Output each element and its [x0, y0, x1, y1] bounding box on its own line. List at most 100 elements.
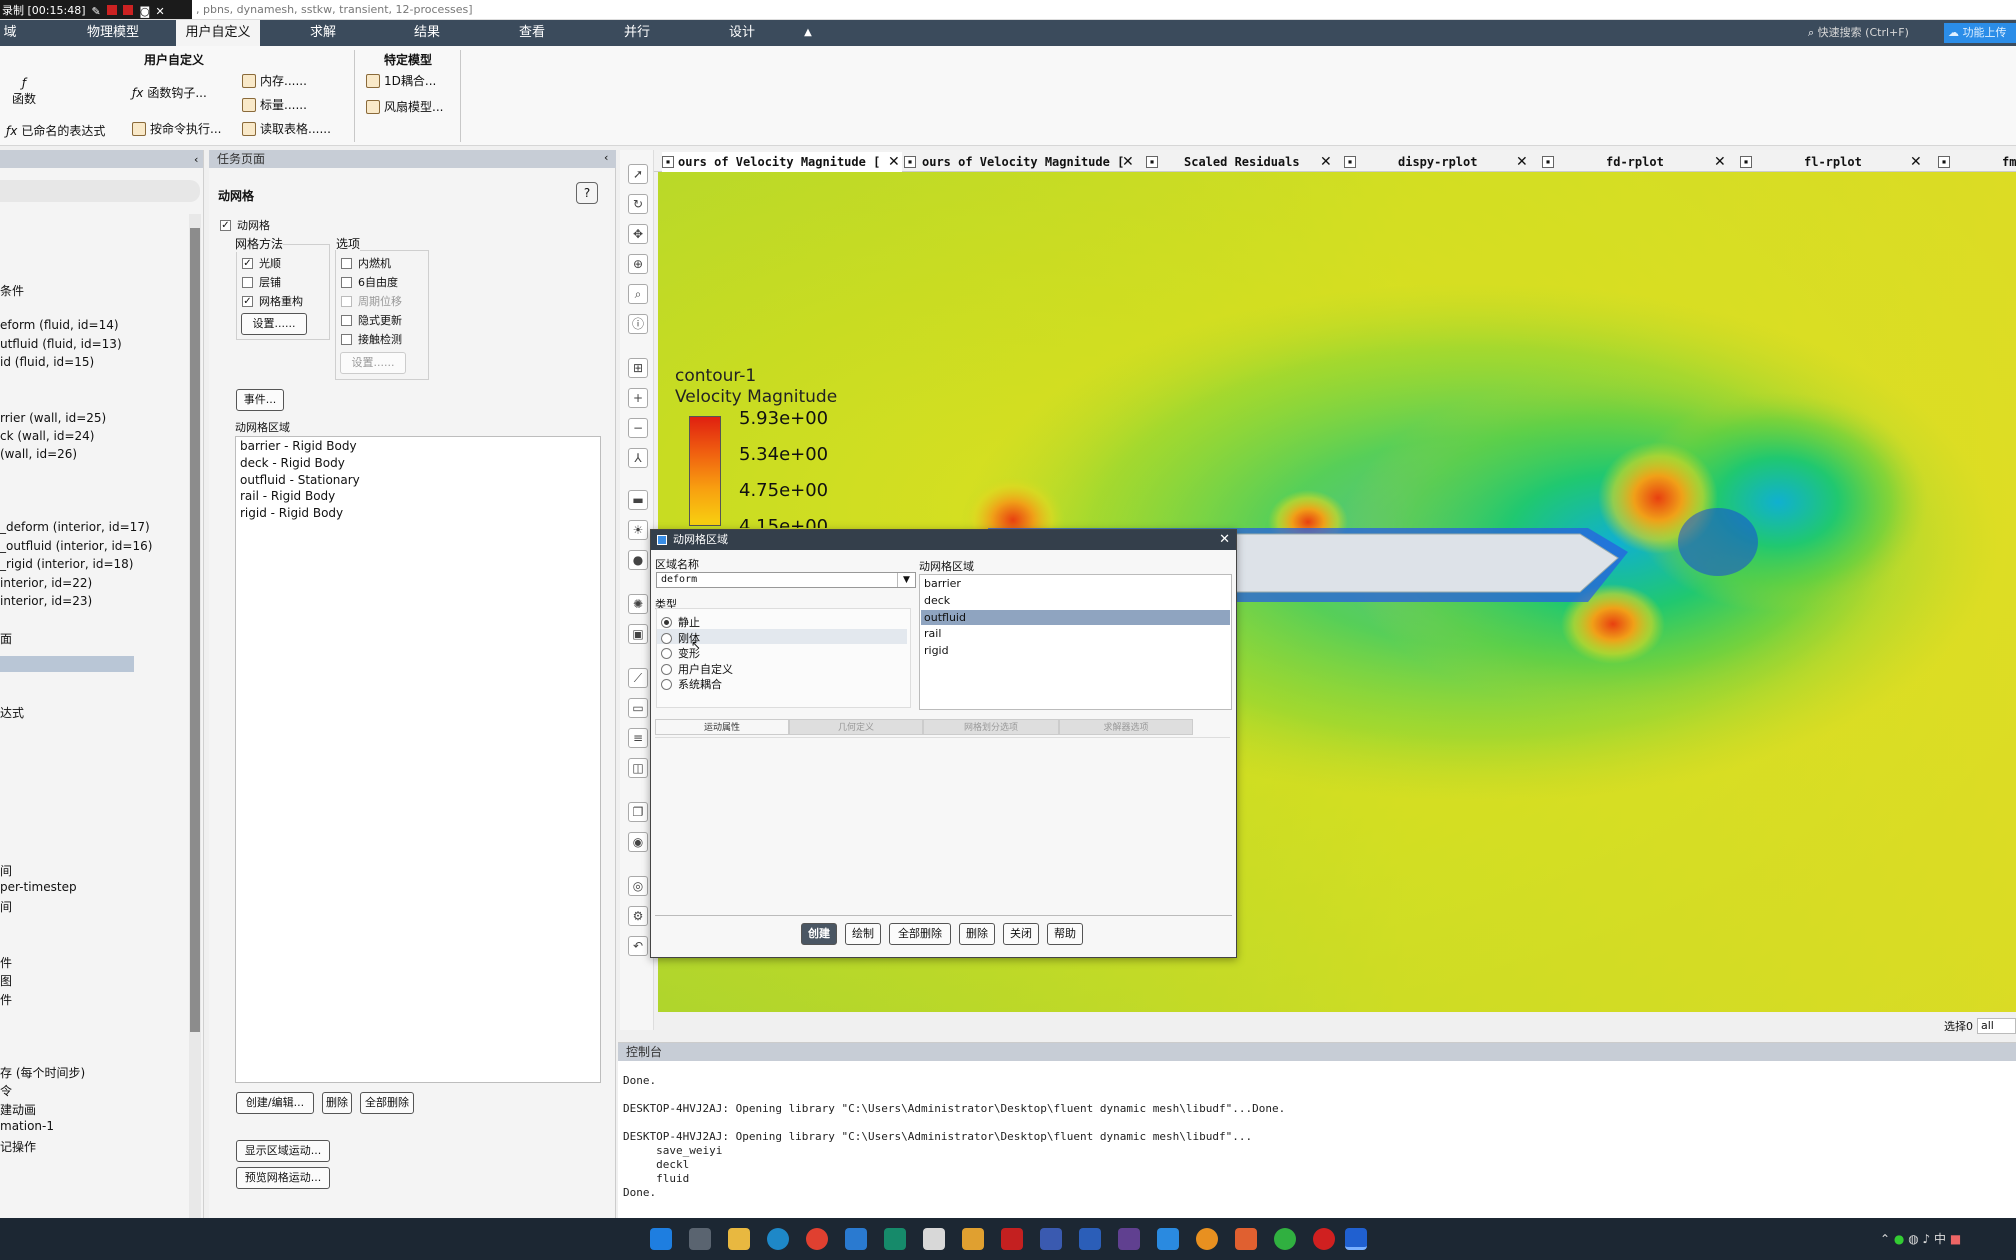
tab-fl-rplot[interactable]: ▪ fl-rplot ✕	[1740, 152, 1936, 172]
help-icon[interactable]: ?	[576, 182, 598, 204]
tree-item[interactable]: 存 (每个时间步)	[0, 1064, 85, 1081]
recorder-icon[interactable]	[1313, 1228, 1335, 1250]
search-app-icon[interactable]	[1196, 1228, 1218, 1250]
tab-motion-attributes[interactable]: 运动属性	[655, 719, 789, 735]
list-item[interactable]: barrier - Rigid Body	[240, 439, 357, 453]
wechat-icon[interactable]	[1274, 1228, 1296, 1250]
tree-item[interactable]: 达式	[0, 704, 24, 721]
smoothing-checkbox[interactable]: ✓ 光顺	[242, 255, 281, 271]
tree-scrollbar-thumb[interactable]	[190, 228, 200, 1032]
tab-contour-2[interactable]: ▪ ours of Velocity Magnitude [✕	[904, 152, 1144, 172]
edge-icon[interactable]	[767, 1228, 789, 1250]
delete-all-button[interactable]: 全部删除	[360, 1092, 414, 1114]
list-item[interactable]: deck	[924, 594, 950, 607]
camera-icon[interactable]: ◙	[139, 5, 150, 18]
close-icon[interactable]: ✕	[888, 152, 900, 172]
menu-view[interactable]: 查看	[509, 20, 555, 46]
delete-button[interactable]: 删除	[322, 1092, 352, 1114]
tree-item[interactable]: 间	[0, 862, 12, 879]
tree-item[interactable]: utfluid (fluid, id=13)	[0, 337, 122, 351]
delete-all-button[interactable]: 全部删除	[889, 923, 951, 945]
list-item[interactable]: rigid - Rigid Body	[240, 506, 343, 520]
start-icon[interactable]	[650, 1228, 672, 1250]
pan-icon[interactable]: ✥	[628, 224, 648, 244]
selection-input[interactable]: all	[1977, 1018, 2016, 1034]
quick-search[interactable]: ⌕ 快速搜索 (Ctrl+F)	[1808, 24, 1948, 42]
tree-item[interactable]: 图	[0, 972, 12, 989]
type-user-defined-radio[interactable]: 用户自定义	[661, 661, 733, 677]
microphone-icon[interactable]: ♪	[1923, 1232, 1931, 1246]
close-icon[interactable]: ✕	[1122, 152, 1134, 172]
tab-scaled-residuals[interactable]: ▪ Scaled Residuals ✕	[1146, 152, 1342, 172]
list-item[interactable]: rail - Rigid Body	[240, 489, 335, 503]
dynamic-mesh-checkbox[interactable]: ✓ 动网格	[220, 217, 270, 233]
tab-meshing-options[interactable]: 网格划分选项	[923, 719, 1059, 735]
notification-icon[interactable]: ■	[1950, 1232, 1961, 1246]
events-button[interactable]: 事件...	[236, 389, 284, 411]
layering-checkbox[interactable]: 层铺	[242, 274, 281, 290]
coupling-1d-button[interactable]: 1D耦合...	[366, 72, 436, 89]
list-item[interactable]: deck - Rigid Body	[240, 456, 345, 470]
dialog-zones-list[interactable]: barrier deck outfluid rail rigid	[919, 574, 1232, 710]
tab-fd-rplot[interactable]: ▪ fd-rplot ✕	[1542, 152, 1738, 172]
tree-filter[interactable]	[0, 180, 200, 202]
tree-item[interactable]: eform (fluid, id=14)	[0, 318, 119, 332]
collapse-left-icon[interactable]: ‹	[194, 153, 198, 166]
tree-item[interactable]: 件	[0, 991, 12, 1008]
tree-item[interactable]: _deform (interior, id=17)	[0, 520, 150, 534]
close-icon[interactable]: ✕	[155, 5, 165, 18]
network-icon[interactable]: ◍	[1908, 1232, 1918, 1246]
list-item[interactable]: outfluid	[924, 611, 966, 624]
function-hooks-button[interactable]: ƒx 函数钩子...	[132, 84, 207, 101]
stop-icon[interactable]	[123, 4, 134, 15]
tree-item[interactable]: 建动画	[0, 1101, 36, 1118]
app-icon[interactable]	[1118, 1228, 1140, 1250]
menu-user-defined[interactable]: 用户自定义	[176, 20, 260, 46]
contact-detection-checkbox[interactable]: 接触检测	[341, 331, 402, 347]
document-icon[interactable]: ≡	[628, 728, 648, 748]
tree-item[interactable]: interior, id=23)	[0, 594, 92, 608]
close-icon[interactable]: ✕	[1910, 152, 1922, 172]
zoom-icon[interactable]: ⌕	[628, 284, 648, 304]
tab-contour-1[interactable]: ▪ ours of Velocity Magnitude [✕	[662, 152, 902, 172]
menu-solution[interactable]: 求解	[300, 20, 346, 46]
zoom-in-icon[interactable]: +	[628, 388, 648, 408]
chart-icon[interactable]: ⟋	[628, 668, 648, 688]
mesh-icon[interactable]: ✺	[628, 594, 648, 614]
draw-button[interactable]: 绘制	[845, 923, 881, 945]
close-icon[interactable]: ✕	[1714, 152, 1726, 172]
rotate-icon[interactable]: ↻	[628, 194, 648, 214]
tab-geometry-definition[interactable]: 几何定义	[789, 719, 923, 735]
split-icon[interactable]: ◫	[628, 758, 648, 778]
surface-icon[interactable]: ▬	[628, 490, 648, 510]
matlab-icon[interactable]	[1235, 1228, 1257, 1250]
help-button[interactable]: 帮助	[1047, 923, 1083, 945]
menu-design[interactable]: 设计	[719, 20, 765, 46]
ic-engine-checkbox[interactable]: 内燃机	[341, 255, 391, 271]
dynamic-zones-list[interactable]: barrier - Rigid Body deck - Rigid Body o…	[235, 436, 601, 1083]
mail-icon[interactable]	[1157, 1228, 1179, 1250]
origin-icon[interactable]	[1040, 1228, 1062, 1250]
collapse-ribbon-icon[interactable]: ▲	[798, 20, 818, 46]
xmind-icon[interactable]	[884, 1228, 906, 1250]
list-item[interactable]: outfluid - Stationary	[240, 473, 360, 487]
close-icon[interactable]: ✕	[1320, 152, 1332, 172]
menu-results[interactable]: 结果	[404, 20, 450, 46]
fit-icon[interactable]: ⊞	[628, 358, 648, 378]
zoom-out-icon[interactable]: −	[628, 418, 648, 438]
preview-mesh-motion-button[interactable]: 预览网格运动...	[236, 1167, 330, 1189]
tree-item[interactable]: 条件	[0, 282, 24, 299]
word-icon[interactable]	[1079, 1228, 1101, 1250]
tree-item[interactable]: rrier (wall, id=25)	[0, 411, 106, 425]
scalars-button[interactable]: 标量......	[242, 96, 307, 113]
zoom-box-icon[interactable]: ⊕	[628, 254, 648, 274]
tree-item[interactable]: _outfluid (interior, id=16)	[0, 539, 152, 553]
menu-parallel[interactable]: 并行	[614, 20, 660, 46]
read-table-button[interactable]: 读取表格......	[242, 120, 331, 137]
tree-item[interactable]: 面	[0, 630, 12, 647]
ime-indicator[interactable]: 中	[1934, 1232, 1946, 1246]
record-icon[interactable]: ◉	[628, 832, 648, 852]
tree-item[interactable]: 记操作	[0, 1138, 36, 1155]
fluent-icon[interactable]	[1345, 1228, 1367, 1250]
tab-dispy-rplot[interactable]: ▪ dispy-rplot ✕	[1344, 152, 1540, 172]
